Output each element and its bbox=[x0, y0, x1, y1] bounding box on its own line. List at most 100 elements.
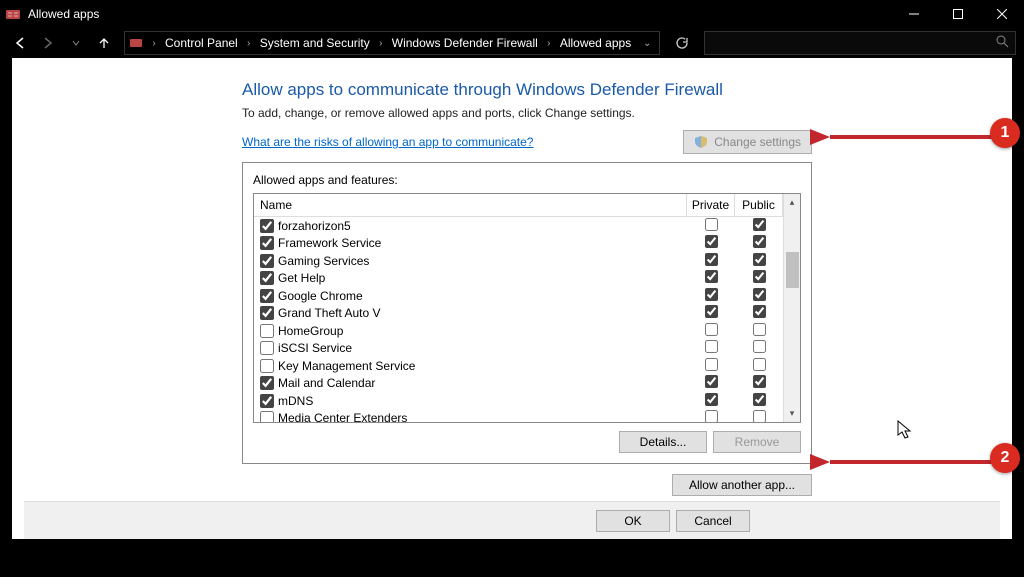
search-input[interactable] bbox=[704, 31, 1016, 55]
details-button[interactable]: Details... bbox=[619, 431, 707, 453]
app-name: HomeGroup bbox=[278, 324, 687, 338]
page-subtext: To add, change, or remove allowed apps a… bbox=[242, 106, 812, 120]
cursor-icon bbox=[897, 420, 913, 440]
public-checkbox[interactable] bbox=[753, 410, 766, 422]
app-enabled-checkbox[interactable] bbox=[260, 289, 274, 303]
private-checkbox[interactable] bbox=[705, 218, 718, 231]
column-name[interactable]: Name bbox=[254, 194, 687, 216]
table-row[interactable]: Key Management Service bbox=[254, 357, 783, 375]
table-row[interactable]: Grand Theft Auto V bbox=[254, 305, 783, 323]
table-row[interactable]: mDNS bbox=[254, 392, 783, 410]
app-name: Get Help bbox=[278, 271, 687, 285]
chevron-down-icon[interactable]: ⌄ bbox=[635, 38, 659, 49]
shield-icon bbox=[694, 135, 708, 149]
app-name: forzahorizon5 bbox=[278, 219, 687, 233]
breadcrumb[interactable]: › Control Panel › System and Security › … bbox=[124, 31, 660, 55]
private-checkbox[interactable] bbox=[705, 288, 718, 301]
public-checkbox[interactable] bbox=[753, 358, 766, 371]
close-button[interactable] bbox=[980, 0, 1024, 28]
recent-dropdown[interactable] bbox=[64, 31, 88, 55]
private-checkbox[interactable] bbox=[705, 358, 718, 371]
table-row[interactable]: iSCSI Service bbox=[254, 340, 783, 358]
public-checkbox[interactable] bbox=[753, 288, 766, 301]
public-checkbox[interactable] bbox=[753, 375, 766, 388]
scrollbar[interactable]: ▴ ▾ bbox=[783, 194, 800, 422]
private-checkbox[interactable] bbox=[705, 393, 718, 406]
public-checkbox[interactable] bbox=[753, 235, 766, 248]
page-heading: Allow apps to communicate through Window… bbox=[242, 80, 812, 100]
content-area: Allow apps to communicate through Window… bbox=[12, 58, 1012, 539]
app-enabled-checkbox[interactable] bbox=[260, 376, 274, 390]
change-settings-label: Change settings bbox=[714, 135, 801, 149]
table-row[interactable]: Gaming Services bbox=[254, 252, 783, 270]
change-settings-button[interactable]: Change settings bbox=[683, 130, 812, 154]
table-row[interactable]: forzahorizon5 bbox=[254, 217, 783, 235]
private-checkbox[interactable] bbox=[705, 305, 718, 318]
public-checkbox[interactable] bbox=[753, 305, 766, 318]
risks-link[interactable]: What are the risks of allowing an app to… bbox=[242, 135, 533, 149]
public-checkbox[interactable] bbox=[753, 218, 766, 231]
search-icon bbox=[995, 34, 1009, 53]
column-private[interactable]: Private bbox=[687, 194, 735, 216]
private-checkbox[interactable] bbox=[705, 270, 718, 283]
cancel-button[interactable]: Cancel bbox=[676, 510, 750, 532]
private-checkbox[interactable] bbox=[705, 340, 718, 353]
private-checkbox[interactable] bbox=[705, 235, 718, 248]
minimize-button[interactable] bbox=[892, 0, 936, 28]
remove-button[interactable]: Remove bbox=[713, 431, 801, 453]
app-enabled-checkbox[interactable] bbox=[260, 254, 274, 268]
breadcrumb-item[interactable]: System and Security bbox=[256, 36, 374, 50]
up-button[interactable] bbox=[92, 31, 116, 55]
public-checkbox[interactable] bbox=[753, 323, 766, 336]
app-enabled-checkbox[interactable] bbox=[260, 394, 274, 408]
public-checkbox[interactable] bbox=[753, 270, 766, 283]
breadcrumb-item[interactable]: Allowed apps bbox=[556, 36, 635, 50]
public-checkbox[interactable] bbox=[753, 253, 766, 266]
chevron-right-icon[interactable]: › bbox=[374, 38, 388, 49]
table-row[interactable]: Get Help bbox=[254, 270, 783, 288]
table-row[interactable]: HomeGroup bbox=[254, 322, 783, 340]
window-title: Allowed apps bbox=[26, 7, 892, 21]
private-checkbox[interactable] bbox=[705, 410, 718, 422]
scroll-down-button[interactable]: ▾ bbox=[784, 405, 800, 422]
app-name: Grand Theft Auto V bbox=[278, 306, 687, 320]
chevron-right-icon[interactable]: › bbox=[242, 38, 256, 49]
maximize-button[interactable] bbox=[936, 0, 980, 28]
app-name: Gaming Services bbox=[278, 254, 687, 268]
table-row[interactable]: Google Chrome bbox=[254, 287, 783, 305]
app-name: Framework Service bbox=[278, 236, 687, 250]
breadcrumb-item[interactable]: Control Panel bbox=[161, 36, 242, 50]
private-checkbox[interactable] bbox=[705, 375, 718, 388]
allow-another-app-button[interactable]: Allow another app... bbox=[672, 474, 812, 496]
app-enabled-checkbox[interactable] bbox=[260, 359, 274, 373]
chevron-right-icon[interactable]: › bbox=[542, 38, 556, 49]
public-checkbox[interactable] bbox=[753, 393, 766, 406]
app-enabled-checkbox[interactable] bbox=[260, 219, 274, 233]
app-enabled-checkbox[interactable] bbox=[260, 324, 274, 338]
ok-button[interactable]: OK bbox=[596, 510, 670, 532]
app-enabled-checkbox[interactable] bbox=[260, 236, 274, 250]
footer-bar: OK Cancel bbox=[24, 501, 1000, 539]
scroll-thumb[interactable] bbox=[786, 252, 799, 288]
app-enabled-checkbox[interactable] bbox=[260, 341, 274, 355]
public-checkbox[interactable] bbox=[753, 340, 766, 353]
app-name: Mail and Calendar bbox=[278, 376, 687, 390]
allowed-apps-list[interactable]: Name Private Public forzahorizon5 Framewo… bbox=[254, 194, 783, 422]
app-enabled-checkbox[interactable] bbox=[260, 306, 274, 320]
table-row[interactable]: Mail and Calendar bbox=[254, 375, 783, 393]
back-button[interactable] bbox=[8, 31, 32, 55]
title-bar: Allowed apps bbox=[0, 0, 1024, 28]
private-checkbox[interactable] bbox=[705, 253, 718, 266]
chevron-right-icon[interactable]: › bbox=[147, 38, 161, 49]
private-checkbox[interactable] bbox=[705, 323, 718, 336]
app-enabled-checkbox[interactable] bbox=[260, 411, 274, 422]
app-enabled-checkbox[interactable] bbox=[260, 271, 274, 285]
column-public[interactable]: Public bbox=[735, 194, 783, 216]
table-row[interactable]: Framework Service bbox=[254, 235, 783, 253]
table-row[interactable]: Media Center Extenders bbox=[254, 410, 783, 423]
breadcrumb-item[interactable]: Windows Defender Firewall bbox=[388, 36, 542, 50]
forward-button[interactable] bbox=[36, 31, 60, 55]
refresh-button[interactable] bbox=[670, 31, 694, 55]
app-name: iSCSI Service bbox=[278, 341, 687, 355]
scroll-up-button[interactable]: ▴ bbox=[784, 194, 800, 211]
